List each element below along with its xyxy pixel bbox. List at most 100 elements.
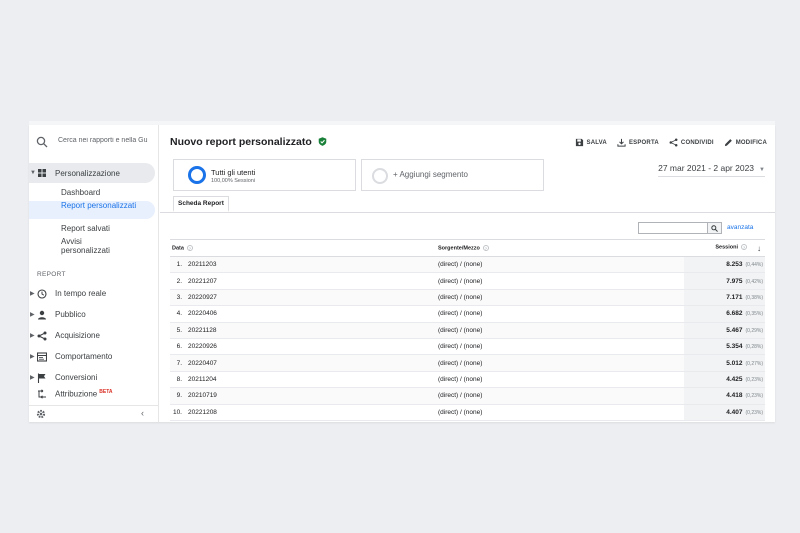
table-row[interactable]: 6. 20220926 (direct) / (none) 5.354 (0,28%) — [170, 338, 765, 356]
sidebar-item-acquisition[interactable]: ▶ Acquisizione — [29, 328, 159, 344]
cell-date[interactable]: 20220927 — [186, 289, 436, 307]
sessions-value: 6.682 — [726, 310, 743, 318]
table-row[interactable]: 5. 20221128 (direct) / (none) 5.467 (0,29%) — [170, 322, 765, 339]
cell-date[interactable]: 20220406 — [186, 305, 436, 323]
share-label: CONDIVIDI — [680, 139, 714, 146]
sub-item-saved-reports[interactable]: Report salvati — [61, 224, 110, 233]
sessions-value: 7.975 — [726, 277, 743, 285]
cell-date[interactable]: 20211203 — [186, 256, 436, 274]
cell-date[interactable]: 20211204 — [186, 371, 436, 389]
sidebar-search[interactable]: Cerca nei rapporti e nella Gu — [29, 133, 159, 153]
cell-date[interactable]: 20220926 — [186, 338, 436, 356]
row-number: 7. — [170, 354, 186, 372]
row-number: 10. — [170, 404, 186, 421]
sidebar-item-audience[interactable]: ▶ Pubblico — [29, 307, 159, 323]
table-search-button[interactable] — [708, 222, 722, 234]
cell-source[interactable]: (direct) / (none) — [436, 404, 684, 421]
table-row[interactable]: 7. 20220407 (direct) / (none) 5.012 (0,27%) — [170, 354, 765, 372]
cell-sessions: 4.418 (0,23%) — [684, 387, 765, 405]
verified-check-icon — [318, 137, 326, 146]
cell-sessions: 8.253 (0,44%) — [684, 256, 765, 274]
cell-sessions: 5.467 (0,29%) — [684, 322, 765, 339]
column-header-label: Sorgente/Mezzo — [438, 245, 480, 252]
cell-date[interactable]: 20221208 — [186, 404, 436, 421]
cell-sessions: 7.975 (0,42%) — [684, 272, 765, 290]
sub-item-custom-reports[interactable]: Report personalizzati — [61, 201, 141, 210]
clock-icon — [37, 289, 47, 299]
date-range-picker[interactable]: 27 mar 2021 - 2 apr 2023 ▼ — [658, 163, 765, 177]
cell-source[interactable]: (direct) / (none) — [436, 256, 684, 274]
table-header-row: Data? Sorgente/Mezzo? ↓ Sessioni? — [170, 239, 765, 257]
sub-item-dashboard[interactable]: Dashboard — [61, 188, 100, 197]
sidebar-item-realtime[interactable]: ▶ In tempo reale — [29, 286, 159, 302]
help-icon[interactable]: ? — [186, 244, 193, 251]
download-icon — [617, 138, 626, 147]
row-number: 3. — [170, 289, 186, 307]
cell-source[interactable]: (direct) / (none) — [436, 305, 684, 323]
sidebar-item-behavior[interactable]: ▶ Comportamento — [29, 349, 159, 365]
table-search-input[interactable] — [638, 222, 708, 234]
section-label-report: REPORT — [37, 271, 66, 278]
caret-right-icon: ▶ — [30, 354, 35, 360]
row-number: 6. — [170, 338, 186, 356]
share-button[interactable]: CONDIVIDI — [669, 138, 714, 147]
cell-source[interactable]: (direct) / (none) — [436, 289, 684, 307]
table-row[interactable]: 8. 20211204 (direct) / (none) 4.425 (0,23%) — [170, 371, 765, 389]
table-row[interactable]: 4. 20220406 (direct) / (none) 6.682 (0,35%) — [170, 305, 765, 323]
sidebar-item-label: Acquisizione — [55, 331, 100, 340]
sidebar-search-input[interactable]: Cerca nei rapporti e nella Gu — [58, 137, 158, 144]
sidebar-item-conversions[interactable]: ▶ Conversioni — [29, 370, 159, 386]
sidebar: Cerca nei rapporti e nella Gu ▼ Personal… — [29, 125, 159, 422]
cell-date[interactable]: 20210719 — [186, 387, 436, 405]
sort-desc-icon[interactable]: ↓ — [757, 244, 761, 253]
cell-source[interactable]: (direct) / (none) — [436, 387, 684, 405]
save-icon — [575, 138, 583, 147]
help-icon[interactable]: ? — [482, 244, 489, 251]
sessions-value: 4.418 — [726, 392, 743, 400]
cell-source[interactable]: (direct) / (none) — [436, 322, 684, 339]
cell-source[interactable]: (direct) / (none) — [436, 338, 684, 356]
toolbar: SALVA ESPORTA CONDIVIDI MODIFICA — [575, 138, 768, 147]
advanced-filter-link[interactable]: avanzata — [727, 224, 753, 231]
tab-report[interactable]: Scheda Report — [173, 196, 229, 212]
caret-right-icon: ▶ — [30, 333, 35, 339]
cell-sessions: 5.012 (0,27%) — [684, 354, 765, 372]
cell-date[interactable]: 20220407 — [186, 354, 436, 372]
column-header-label: Sessioni — [715, 243, 738, 250]
table-row[interactable]: 2. 20221207 (direct) / (none) 7.975 (0,42%) — [170, 272, 765, 290]
row-number: 9. — [170, 387, 186, 405]
sidebar-item-attribution[interactable]: Attribuzione BETA — [29, 386, 159, 402]
edit-button[interactable]: MODIFICA — [724, 138, 767, 147]
cell-source[interactable]: (direct) / (none) — [436, 354, 684, 372]
column-header-date[interactable]: Data? — [170, 239, 436, 257]
sidebar-item-label: Comportamento — [55, 352, 113, 361]
save-button[interactable]: SALVA — [575, 138, 607, 147]
acquisition-icon — [37, 331, 47, 341]
column-header-source[interactable]: Sorgente/Mezzo? — [436, 239, 684, 257]
sidebar-item-personalization[interactable]: ▼ Personalizzazione — [29, 163, 155, 183]
column-header-sessions[interactable]: ↓ Sessioni? — [684, 239, 765, 257]
table-row[interactable]: 9. 20210719 (direct) / (none) 4.418 (0,23%) — [170, 387, 765, 405]
collapse-sidebar-icon[interactable]: ‹ — [141, 408, 144, 418]
help-icon[interactable]: ? — [741, 243, 747, 250]
main-content: Nuovo report personalizzato SALVA ESPORT… — [160, 125, 775, 422]
row-number: 1. — [170, 256, 186, 274]
gear-icon[interactable] — [36, 409, 46, 419]
segment-all-users[interactable]: Tutti gli utenti 100,00% Sessioni — [173, 159, 356, 191]
table-body: 1. 20211203 (direct) / (none) 8.253 (0,44%) 2… — [170, 256, 765, 421]
table-row[interactable]: 10. 20221208 (direct) / (none) 4.407 (0,23%) — [170, 404, 765, 421]
cell-source[interactable]: (direct) / (none) — [436, 272, 684, 290]
cell-date[interactable]: 20221207 — [186, 272, 436, 290]
cell-sessions: 7.171 (0,38%) — [684, 289, 765, 307]
add-segment-button[interactable]: + Aggiungi segmento — [361, 159, 544, 191]
cell-date[interactable]: 20221128 — [186, 322, 436, 339]
table-row[interactable]: 1. 20211203 (direct) / (none) 8.253 (0,44%) — [170, 256, 765, 274]
sessions-percent: (0,42%) — [745, 278, 763, 285]
sub-item-custom-alerts[interactable]: Avvisi personalizzati — [61, 237, 131, 255]
table-row[interactable]: 3. 20220927 (direct) / (none) 7.171 (0,38%) — [170, 289, 765, 307]
cell-source[interactable]: (direct) / (none) — [436, 371, 684, 389]
segment-name: Tutti gli utenti — [211, 168, 256, 177]
sessions-value: 4.425 — [726, 375, 743, 383]
export-button[interactable]: ESPORTA — [617, 138, 659, 147]
sessions-percent: (0,23%) — [745, 409, 763, 416]
